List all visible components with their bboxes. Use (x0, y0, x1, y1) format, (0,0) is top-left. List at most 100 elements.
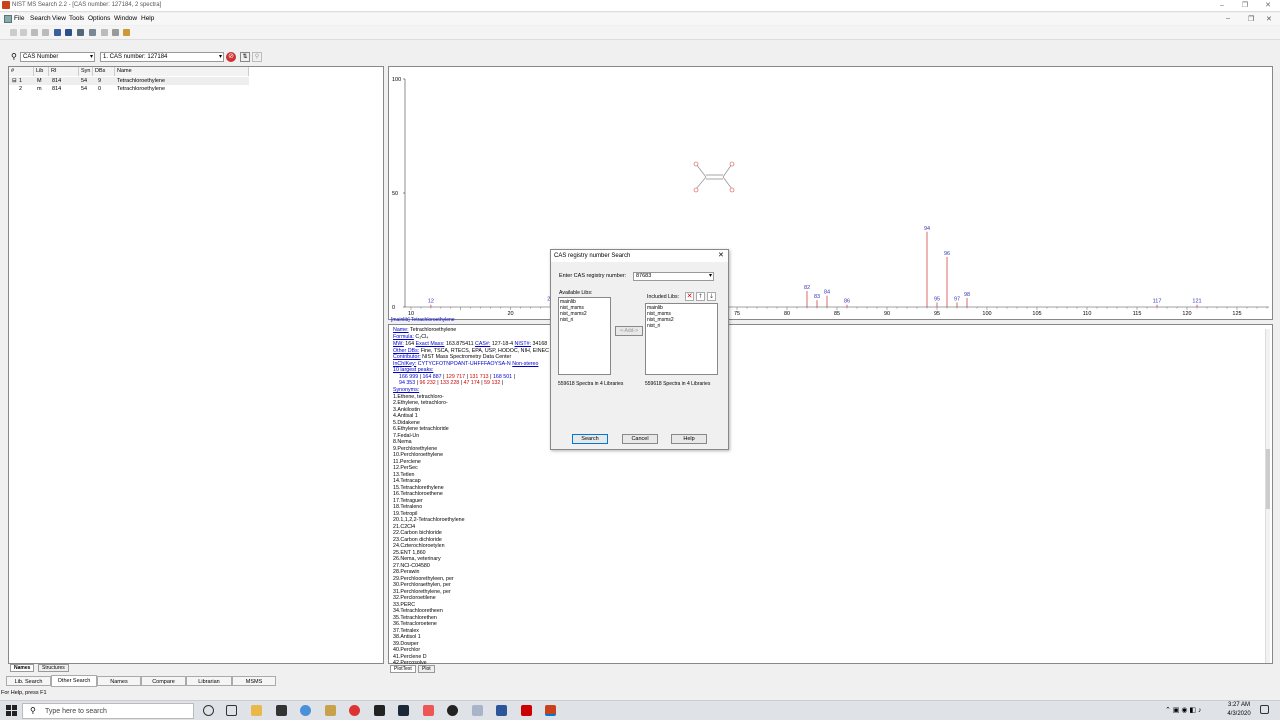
minimize-button[interactable]: – (1211, 0, 1233, 12)
exact-mass-label[interactable]: Exact Mass: (416, 341, 445, 347)
sort-icon[interactable]: ⇅ (240, 52, 250, 62)
nist-ms-search-icon[interactable] (545, 705, 556, 716)
non-stereo-link[interactable]: Non-stereo (512, 361, 538, 367)
chrome-icon[interactable] (300, 705, 311, 716)
column-header-syn[interactable]: Syn (79, 67, 93, 76)
available-libs-list[interactable]: mainlib nist_msms nist_msms2 nist_ri (558, 297, 611, 375)
notifications-icon[interactable] (1260, 705, 1269, 714)
search-query-select[interactable]: 1. CAS number: 127184 ▾ (100, 52, 224, 62)
menu-file[interactable]: File (14, 15, 24, 22)
formula-label[interactable]: Formula: (393, 334, 414, 340)
move-down-icon[interactable]: 🡓 (707, 292, 716, 301)
clock-date[interactable]: 4/3/2020 (1224, 711, 1254, 717)
acrobat-icon[interactable] (521, 705, 532, 716)
copy-icon[interactable] (20, 29, 27, 36)
library-icon[interactable] (54, 29, 61, 36)
menu-help[interactable]: Help (141, 15, 154, 22)
expand-icon[interactable]: ⊟ (12, 77, 17, 85)
help-icon[interactable] (123, 29, 130, 36)
app-icon-1[interactable] (325, 705, 336, 716)
menu-tools[interactable]: Tools (69, 15, 84, 22)
cut-icon[interactable] (10, 29, 17, 36)
app-icon-5[interactable] (447, 705, 458, 716)
search-type-select[interactable]: CAS Number ▾ (20, 52, 95, 62)
app-icon-3[interactable] (374, 705, 385, 716)
clock-time[interactable]: 3:27 AM (1224, 702, 1254, 708)
app-icon-6[interactable] (472, 705, 483, 716)
structure-icon[interactable] (77, 29, 84, 36)
help-button[interactable]: Help (671, 434, 707, 444)
column-header-lib[interactable]: Lib (34, 67, 49, 76)
child-close-button[interactable]: ✕ (1266, 15, 1272, 23)
menu-window[interactable]: Window (114, 15, 137, 22)
inchikey-label[interactable]: InChIKey: (393, 361, 416, 367)
child-minimize-button[interactable]: – (1226, 15, 1230, 22)
tab-msms[interactable]: MSMS (232, 676, 276, 686)
store-icon[interactable] (276, 705, 287, 716)
table-row[interactable]: ⊟ 1 M 814 54 9 Tetrachloroethylene (9, 77, 249, 85)
tab-librarian[interactable]: Librarian (186, 676, 232, 686)
print-icon[interactable] (42, 29, 49, 36)
taskbar-search-input[interactable]: Type here to search (22, 703, 194, 719)
table-row[interactable]: 2 m 814 54 0 Tetrachloroethylene (9, 85, 249, 93)
cancel-button[interactable]: Cancel (622, 434, 658, 444)
child-maximize-button[interactable]: ❐ (1248, 15, 1254, 23)
back-icon[interactable] (101, 29, 108, 36)
dialog-close-icon[interactable]: ✕ (718, 251, 724, 259)
tab-structures[interactable]: Structures (38, 664, 69, 672)
contributor-label[interactable]: Contributor: (393, 354, 421, 360)
cortana-icon[interactable] (203, 705, 214, 716)
cas-label[interactable]: CAS#: (475, 341, 490, 347)
close-button[interactable]: ✕ (1257, 0, 1279, 12)
tab-plottext[interactable]: PlotText (390, 665, 416, 673)
menu-search[interactable]: Search (30, 15, 51, 22)
included-libs-list[interactable]: mainlib nist_msms nist_msms2 nist_ri (645, 303, 718, 375)
remove-lib-icon[interactable]: ✕ (685, 292, 694, 301)
scrollbar[interactable] (1265, 329, 1270, 663)
tab-lib-search[interactable]: Lib. Search (6, 676, 51, 686)
column-header-number[interactable]: # (9, 67, 34, 76)
tab-other-search[interactable]: Other Search (51, 675, 97, 687)
column-header-ri[interactable]: RI (49, 67, 79, 76)
save-icon[interactable] (65, 29, 72, 36)
largest-peaks-label[interactable]: 10 largest peaks: (393, 367, 433, 373)
mw-label[interactable]: MW: (393, 341, 404, 347)
column-header-dbs[interactable]: DBs (93, 67, 115, 76)
app-icon-2[interactable] (349, 705, 360, 716)
column-header-name[interactable]: Name (115, 67, 249, 76)
tab-plot[interactable]: Plot (418, 665, 435, 673)
list-item[interactable]: nist_ri (647, 323, 716, 329)
list-item[interactable]: nist_ri (560, 317, 609, 323)
tab-compare[interactable]: Compare (141, 676, 186, 686)
menu-options[interactable]: Options (88, 15, 110, 22)
system-tray-icons[interactable]: ⌃ ▣ ◉ ◧ ♪ (1165, 706, 1201, 714)
search-button[interactable]: Search (572, 434, 608, 444)
task-view-icon[interactable] (226, 705, 237, 716)
zoom-icon[interactable]: ⚲ (252, 52, 262, 62)
table-icon[interactable] (89, 29, 96, 36)
name-label[interactable]: Name: (393, 327, 409, 333)
file-explorer-icon[interactable] (251, 705, 262, 716)
binoculars-icon[interactable]: ⚲ (11, 52, 17, 61)
add-lib-button[interactable]: <-Add-> (615, 326, 643, 336)
synonyms-label[interactable]: Synonyms: (393, 387, 419, 393)
nist-label[interactable]: NIST#: (515, 341, 531, 347)
cas-number-input[interactable]: 87683 ▾ (633, 272, 714, 281)
steam-icon[interactable] (398, 705, 409, 716)
menu-view[interactable]: View (52, 15, 66, 22)
word-icon[interactable] (496, 705, 507, 716)
tab-names-bottom[interactable]: Names (97, 676, 141, 686)
other-dbs-label[interactable]: Other DBs: (393, 348, 419, 354)
hit-list-pane: # Lib RI Syn DBs Name ⊟ 1 M 814 54 9 Tet… (8, 66, 384, 664)
maximize-button[interactable]: ❐ (1234, 0, 1256, 12)
move-up-icon[interactable]: 🡑 (696, 292, 705, 301)
windows-start-icon[interactable] (6, 705, 17, 716)
menu-bar: File Search View Tools Options Window He… (0, 13, 1280, 25)
scrollbar-thumb[interactable] (1266, 449, 1270, 509)
x-tick-label: 115 (1133, 311, 1142, 317)
tab-names[interactable]: Names (10, 664, 35, 672)
arrow-left-icon[interactable] (112, 29, 119, 36)
paste-icon[interactable] (31, 29, 38, 36)
app-icon-4[interactable] (423, 705, 434, 716)
stop-search-icon[interactable]: ⊘ (226, 52, 236, 62)
